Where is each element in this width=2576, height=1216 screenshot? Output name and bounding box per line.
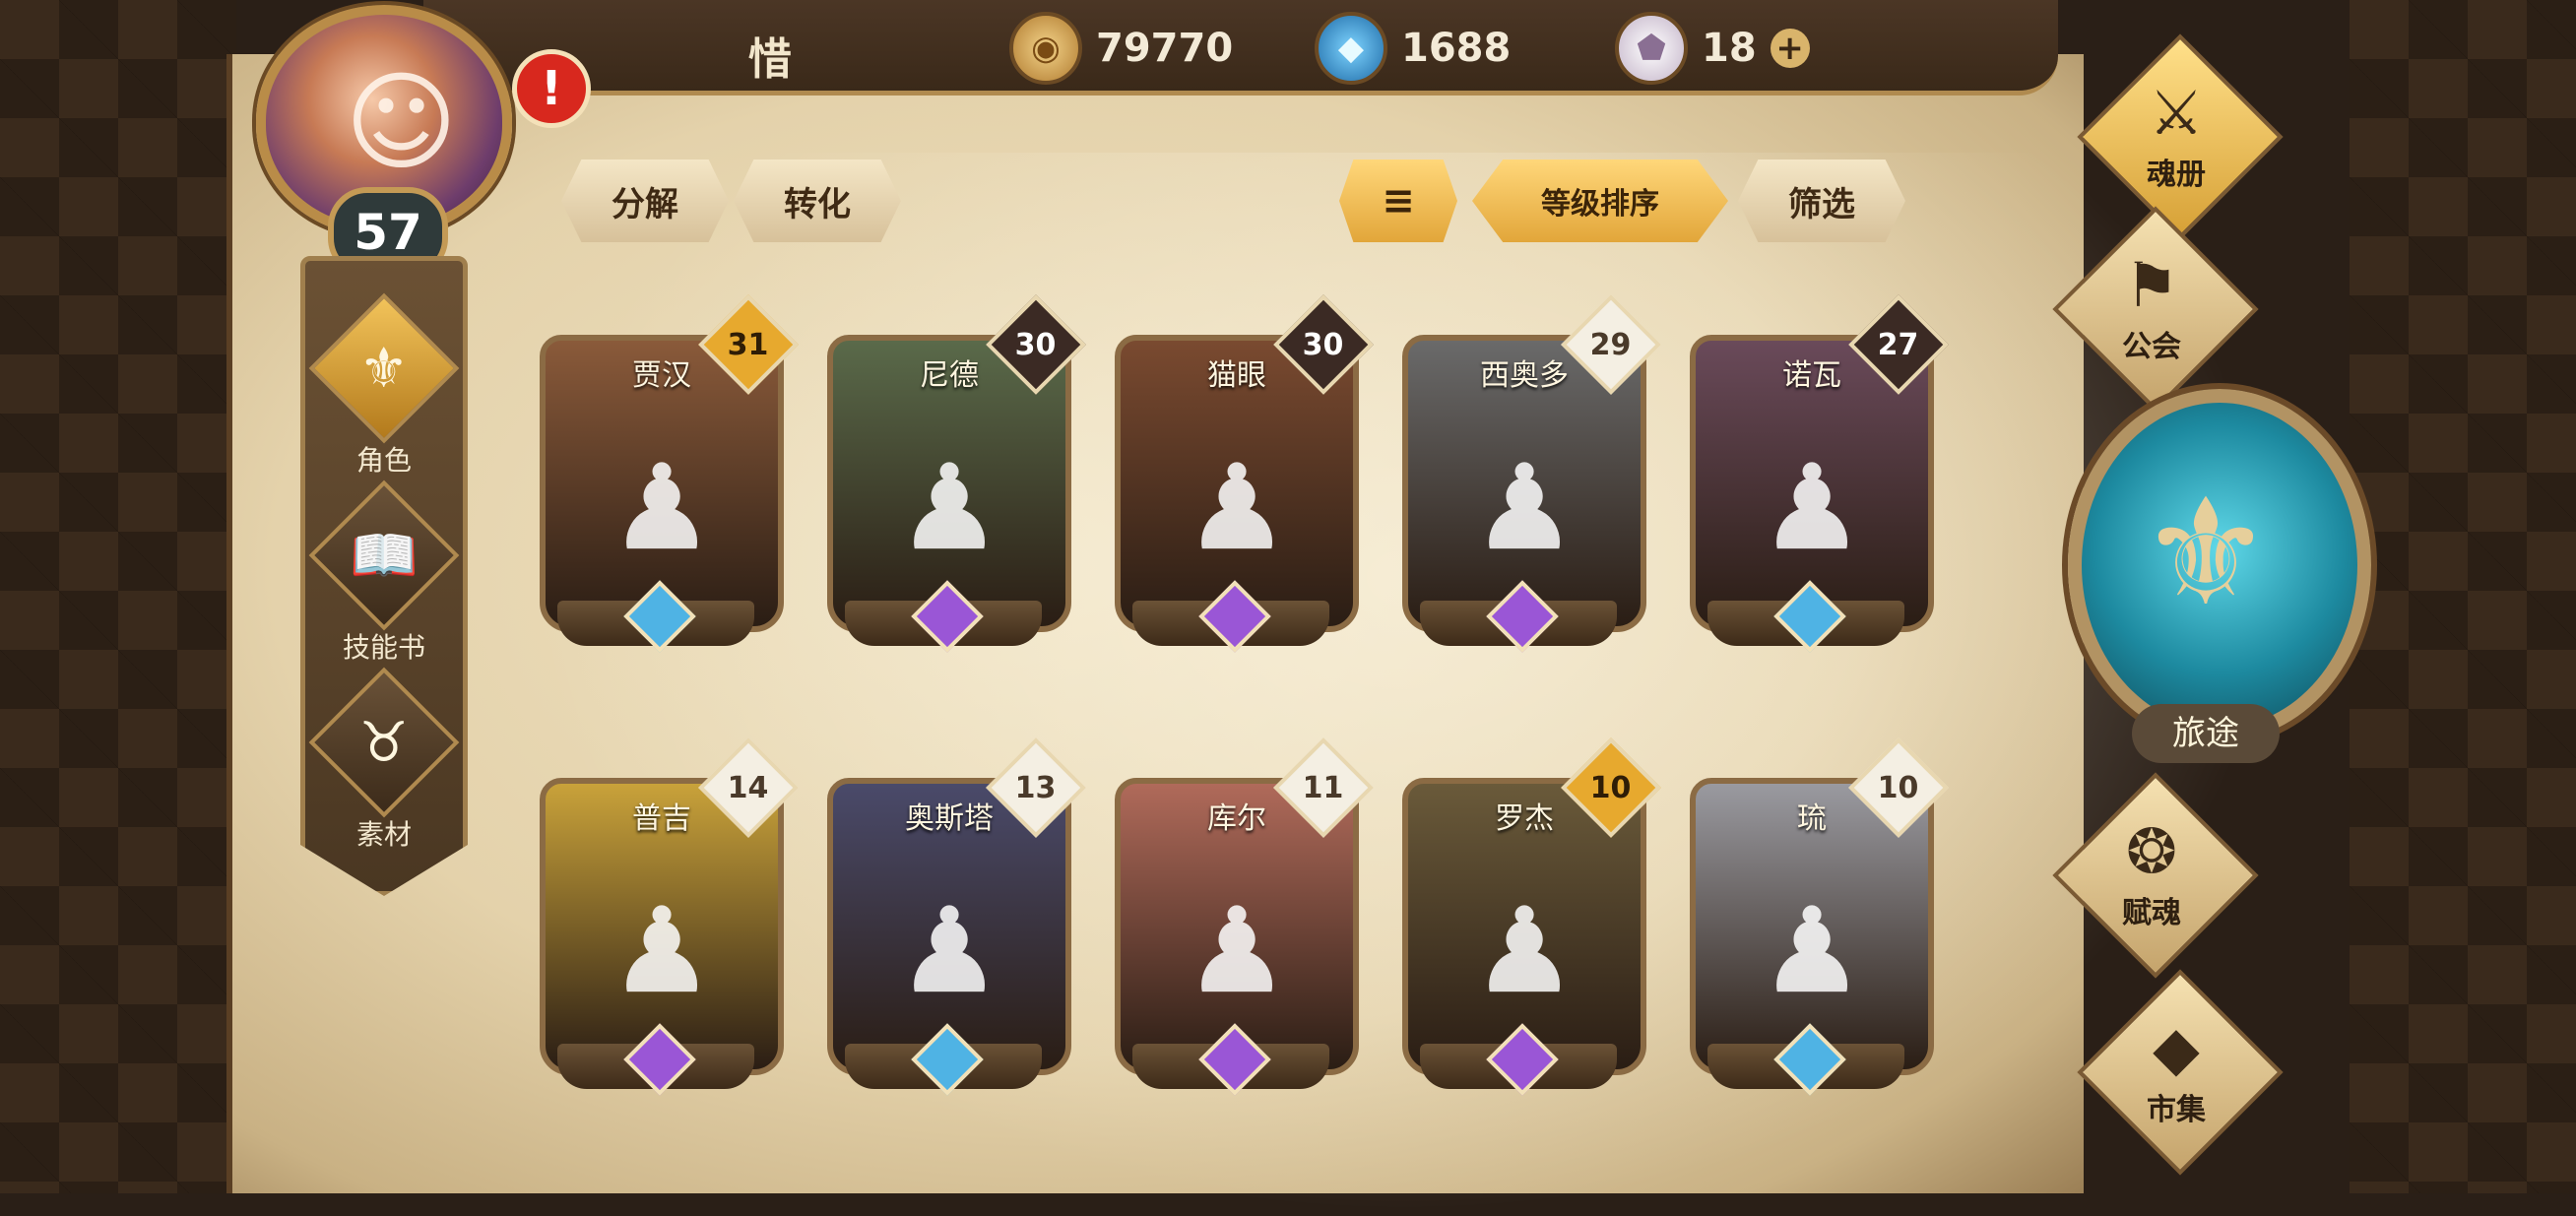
soul-book-button[interactable]: ⚔ 魂册 xyxy=(2077,33,2284,240)
gem-counter[interactable]: ⬟ 18 + xyxy=(1615,12,1810,85)
crystal-counter[interactable]: ◆ 1688 xyxy=(1315,12,1511,85)
nav-label: 素材 xyxy=(355,818,412,851)
character-name: 诺瓦 xyxy=(1782,358,1841,393)
infuse-soul-label: 赋魂 xyxy=(2122,896,2181,930)
crystal-value: 1688 xyxy=(1401,26,1512,71)
character-card[interactable]: 猫眼 ♟ 30 xyxy=(1115,294,1374,660)
character-name: 奥斯塔 xyxy=(905,801,994,836)
character-card[interactable]: 西奥多 ♟ 29 xyxy=(1402,294,1661,660)
soul-book-icon: ⚔ xyxy=(2149,77,2204,149)
sort-icon: ≡ xyxy=(1382,178,1415,224)
left-decor-panel xyxy=(0,0,236,1193)
avatar-face-icon: ☺ xyxy=(345,59,458,185)
market-label: 市集 xyxy=(2147,1093,2206,1127)
player-avatar[interactable]: ☺ 57 xyxy=(241,0,512,278)
guild-button[interactable]: ⚑ 公会 xyxy=(2052,206,2259,413)
character-card[interactable]: 贾汉 ♟ 31 xyxy=(540,294,799,660)
coin-counter[interactable]: ◉ 79770 xyxy=(1009,12,1233,85)
sort-by-level-button[interactable]: 等级排序 xyxy=(1472,160,1728,242)
flame-icon: ❂ xyxy=(2126,815,2177,887)
character-card[interactable]: 库尔 ♟ 11 xyxy=(1115,737,1374,1103)
journey-emblem-icon: ⚜ xyxy=(2139,468,2273,639)
top-bar: 惜 ◉ 79770 ◆ 1688 ⬟ 18 + xyxy=(423,0,2058,96)
book-icon: 📖 xyxy=(308,480,460,631)
character-name: 西奥多 xyxy=(1480,358,1569,393)
nav-item-characters[interactable]: ⚜ 角色 xyxy=(305,292,463,479)
character-card[interactable]: 尼德 ♟ 30 xyxy=(827,294,1086,660)
right-decor-panel xyxy=(2350,0,2576,1193)
character-name: 贾汉 xyxy=(632,358,691,393)
filter-button[interactable]: 筛选 xyxy=(1738,160,1905,242)
character-card[interactable]: 普吉 ♟ 14 xyxy=(540,737,799,1103)
decompose-button[interactable]: 分解 xyxy=(561,160,729,242)
character-name: 尼德 xyxy=(920,358,979,393)
crystal-icon: ◆ xyxy=(1315,12,1387,85)
character-name: 猫眼 xyxy=(1207,358,1266,393)
sort-toggle-button[interactable]: ≡ xyxy=(1339,160,1457,242)
character-card[interactable]: 罗杰 ♟ 10 xyxy=(1402,737,1661,1103)
market-button[interactable]: ◆ 市集 xyxy=(2077,969,2284,1176)
character-name: 库尔 xyxy=(1207,801,1266,836)
add-gems-button[interactable]: + xyxy=(1770,29,1810,68)
character-name: 普吉 xyxy=(632,801,691,836)
journey-label: 旅途 xyxy=(2132,704,2280,763)
character-name: 琉 xyxy=(1797,801,1827,836)
character-card[interactable]: 诺瓦 ♟ 27 xyxy=(1690,294,1949,660)
character-card[interactable]: 奥斯塔 ♟ 13 xyxy=(827,737,1086,1103)
market-icon: ◆ xyxy=(2153,1012,2200,1084)
coin-icon: ◉ xyxy=(1009,12,1082,85)
guild-icon: ⚑ xyxy=(2124,249,2179,321)
nav-item-skill-books[interactable]: 📖 技能书 xyxy=(305,480,463,666)
character-name: 罗杰 xyxy=(1495,801,1554,836)
alert-icon[interactable]: ! xyxy=(512,49,591,128)
beast-icon: ♉ xyxy=(308,667,460,818)
character-card[interactable]: 琉 ♟ 10 xyxy=(1690,737,1949,1103)
convert-button[interactable]: 转化 xyxy=(734,160,901,242)
helmet-icon: ⚜ xyxy=(308,292,460,444)
infuse-soul-button[interactable]: ❂ 赋魂 xyxy=(2052,772,2259,979)
nav-label: 角色 xyxy=(355,444,412,477)
gem-value: 18 xyxy=(1702,26,1757,71)
coin-value: 79770 xyxy=(1096,26,1234,71)
guild-label: 公会 xyxy=(2122,330,2181,364)
soul-book-label: 魂册 xyxy=(2147,158,2206,192)
left-nav: ⚜ 角色 📖 技能书 ♉ 素材 xyxy=(300,256,468,896)
player-name: 惜 xyxy=(748,34,792,85)
journey-button[interactable]: ⚜ 旅途 xyxy=(2063,389,2371,783)
nav-item-materials[interactable]: ♉ 素材 xyxy=(305,667,463,853)
nav-label: 技能书 xyxy=(342,631,425,664)
gem-icon: ⬟ xyxy=(1615,12,1688,85)
